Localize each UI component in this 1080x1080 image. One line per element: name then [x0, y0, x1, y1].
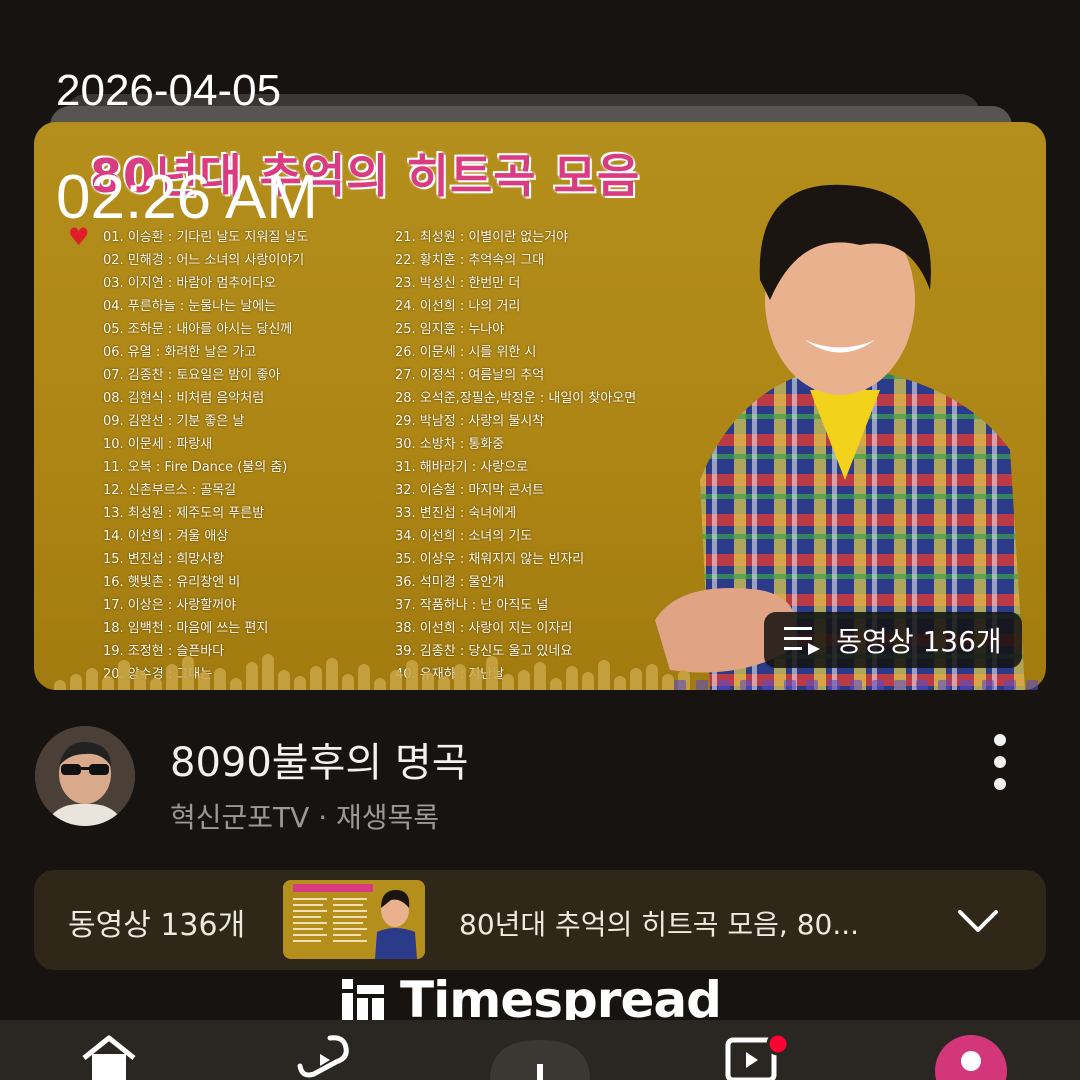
- video-count-badge: 동영상 136개: [764, 612, 1022, 668]
- queue-current-title: 80년대 추억의 히트곡 모음, 80...: [459, 908, 860, 941]
- song-list-item: 11. 오복 : Fire Dance (불의 춤): [103, 460, 288, 475]
- song-list-item: 32. 이승철 : 마지막 콘서트: [395, 483, 545, 498]
- song-list-item: 23. 박성신 : 한번만 더: [395, 276, 521, 291]
- song-list-item: 31. 해바라기 : 사랑으로: [395, 460, 529, 475]
- playlist-icon: [784, 627, 821, 655]
- channel-avatar[interactable]: [35, 726, 135, 826]
- song-list-item: 12. 신촌부르스 : 골목길: [103, 483, 237, 498]
- song-list-item: 30. 소방차 : 통화중: [395, 437, 505, 452]
- playlist-subtitle[interactable]: 혁신군포TV · 재생목록: [170, 796, 439, 836]
- song-list-item: 36. 석미경 : 물안개: [395, 575, 505, 590]
- song-list-item: 17. 이상은 : 사랑할꺼야: [103, 598, 237, 613]
- song-list-item: 16. 햇빛촌 : 유리창엔 비: [103, 575, 241, 590]
- home-icon[interactable]: [78, 1034, 140, 1080]
- song-list-item: 35. 이상우 : 채워지지 않는 빈자리: [395, 552, 585, 567]
- create-icon[interactable]: [490, 1040, 590, 1080]
- song-list-item: 28. 오석준,장필순,박정운 : 내일이 찾아오면: [395, 391, 637, 406]
- song-list-item: 18. 임백천 : 마음에 쓰는 편지: [103, 621, 269, 636]
- timespread-logo-icon: [342, 979, 384, 1021]
- song-list-item: 03. 이지연 : 바람아 멈추어다오: [103, 276, 277, 291]
- overlay-time: 02:26 AM: [56, 163, 318, 232]
- overlay-date: 2026-04-05: [56, 66, 282, 115]
- song-list-item: 15. 변진섭 : 희망사항: [103, 552, 225, 567]
- song-list-item: 05. 조하문 : 내아를 아시는 당신께: [103, 322, 293, 337]
- song-list-item: 04. 푸른하늘 : 눈물나는 날에는: [103, 299, 277, 314]
- song-list-item: 21. 최성원 : 이별이란 없는거야: [395, 230, 569, 245]
- singer-photo: [655, 184, 1025, 690]
- song-list-item: 22. 황치훈 : 추억속의 그대: [395, 253, 545, 268]
- song-list-item: 29. 박남정 : 사랑의 불시착: [395, 414, 545, 429]
- song-list-item: 10. 이문세 : 파랑새: [103, 437, 213, 452]
- song-list-item: 25. 임지훈 : 누나야: [395, 322, 505, 337]
- queue-count-label: 동영상 136개: [68, 908, 246, 943]
- subscriptions-icon[interactable]: [722, 1034, 794, 1080]
- song-list-right: 21. 최성원 : 이별이란 없는거야 22. 황치훈 : 추억속의 그대 23. …: [395, 226, 636, 686]
- song-list-item: 33. 변진섭 : 숙녀에게: [395, 506, 517, 521]
- notification-dot: [766, 1034, 790, 1056]
- song-list-left: 01. 이승환 : 기다린 날도 지워질 날도 02. 민해경 : 어느 소녀의 …: [103, 226, 308, 686]
- song-list-item: 08. 김현식 : 비처럼 음악처럼: [103, 391, 265, 406]
- song-list-item: 09. 김완선 : 기분 좋은 날: [103, 414, 245, 429]
- queue-current-thumbnail: [283, 880, 425, 959]
- more-options-icon[interactable]: [980, 734, 1020, 790]
- chevron-down-icon[interactable]: [956, 902, 1000, 938]
- song-list-item: 26. 이문세 : 시를 위한 시: [395, 345, 537, 360]
- song-list-item: 07. 김종찬 : 토요일은 밤이 좋아: [103, 368, 281, 383]
- song-list-item: 24. 이선희 : 나의 거리: [395, 299, 521, 314]
- shorts-icon[interactable]: [296, 1034, 354, 1080]
- profile-icon[interactable]: [934, 1034, 1008, 1080]
- song-list-item: 02. 민해경 : 어느 소녀의 사랑이야기: [103, 253, 305, 268]
- playlist-title[interactable]: 8090불후의 명곡: [170, 730, 469, 788]
- song-list-item: 06. 유열 : 화려한 날은 가고: [103, 345, 257, 360]
- video-count-label: 동영상 136개: [836, 625, 1002, 658]
- song-list-item: 38. 이선희 : 사랑이 지는 이자리: [395, 621, 573, 636]
- song-list-item: 37. 작품하나 : 난 아직도 널: [395, 598, 549, 613]
- song-list-item: 13. 최성원 : 제주도의 푸른밤: [103, 506, 265, 521]
- song-list-item: 27. 이정석 : 여름날의 추억: [395, 368, 545, 383]
- song-list-item: 34. 이선희 : 소녀의 기도: [395, 529, 533, 544]
- song-list-item: 14. 이선희 : 겨울 애상: [103, 529, 229, 544]
